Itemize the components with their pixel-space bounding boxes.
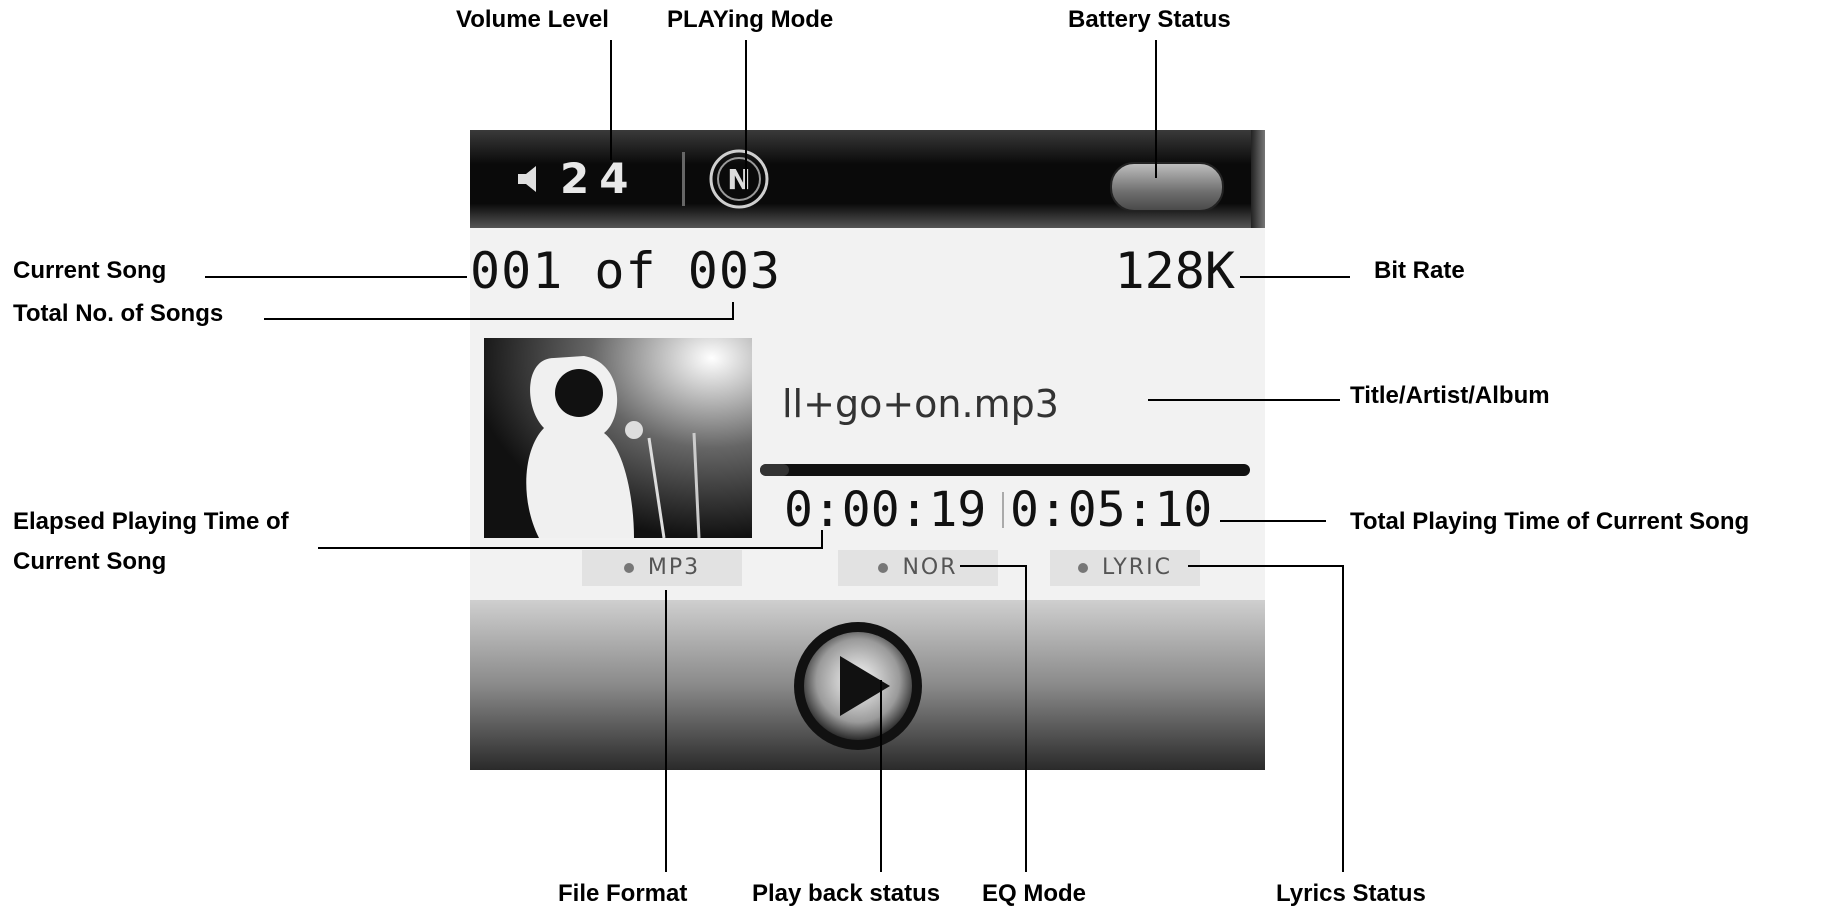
label-playing-mode: PLAYing Mode [667, 6, 834, 33]
leader-line-bitrate [1240, 276, 1350, 278]
leader-line-elapsed [318, 547, 823, 549]
leader-line-eq-horizontal [960, 565, 1026, 567]
leader-line-total-songs-up [732, 302, 734, 320]
label-bit-rate: Bit Rate [1374, 257, 1465, 284]
leader-line-total-songs [264, 318, 734, 320]
leader-line-lyrics [1342, 565, 1344, 872]
leader-line-battery [1155, 40, 1157, 178]
play-icon[interactable] [790, 618, 926, 754]
dot-icon [623, 563, 634, 573]
leader-line-eq [1025, 565, 1027, 872]
lyrics-value: LYRIC [1102, 555, 1172, 580]
label-battery-status: Battery Status [1068, 6, 1231, 33]
label-elapsed-time-line2: Current Song [13, 548, 167, 575]
status-divider [682, 152, 685, 206]
label-lyrics-status: Lyrics Status [1276, 880, 1426, 907]
player-screen: 24 N 001 of 003 128K ll+go+on.mp3 0:00:1… [470, 130, 1265, 770]
dot-icon [878, 563, 889, 573]
bitrate-value: 128K [1114, 242, 1235, 300]
leader-line-total-time [1220, 520, 1326, 522]
speaker-icon [518, 166, 536, 192]
leader-line-volume [610, 40, 612, 160]
eq-mode-tag: NOR [838, 550, 998, 586]
label-elapsed-time-line1: Elapsed Playing Time of [13, 508, 289, 535]
battery-icon [1110, 162, 1224, 212]
lyrics-tag: LYRIC [1050, 550, 1200, 586]
leader-line-current-song [205, 276, 467, 278]
leader-line-playback [880, 680, 882, 872]
track-title: ll+go+on.mp3 [782, 382, 1059, 426]
label-volume-level: Volume Level [456, 6, 609, 33]
label-current-song: Current Song [13, 257, 167, 284]
leader-line-elapsed-up [821, 530, 823, 548]
scroll-bar [1251, 130, 1265, 228]
total-time: 0:05:10 [1010, 482, 1213, 538]
leader-line-title [1148, 399, 1340, 401]
album-art [484, 338, 752, 538]
label-playback-status: Play back status [752, 880, 941, 907]
song-index: 001 of 003 [470, 242, 782, 300]
label-total-time: Total Playing Time of Current Song [1350, 508, 1750, 535]
dot-icon [1078, 563, 1089, 573]
eq-mode-value: NOR [902, 555, 958, 580]
label-title-artist-album: Title/Artist/Album [1350, 382, 1550, 409]
status-bar: 24 N [470, 130, 1265, 228]
leader-line-lyrics-horizontal [1188, 565, 1343, 567]
label-total-songs: Total No. of Songs [13, 300, 224, 327]
progress-fill [760, 464, 790, 476]
playing-mode-icon: N [709, 149, 769, 209]
leader-line-file-format [665, 590, 667, 872]
progress-bar [760, 464, 1250, 476]
file-format-value: MP3 [647, 555, 701, 580]
leader-line-mode [745, 40, 747, 190]
file-format-tag: MP3 [582, 550, 742, 586]
label-eq-mode: EQ Mode [982, 880, 1087, 907]
volume-value: 24 [560, 154, 639, 203]
label-file-format: File Format [558, 880, 688, 907]
elapsed-time: 0:00:19 [784, 482, 987, 538]
time-separator [1002, 492, 1004, 528]
svg-text:N: N [727, 163, 750, 196]
